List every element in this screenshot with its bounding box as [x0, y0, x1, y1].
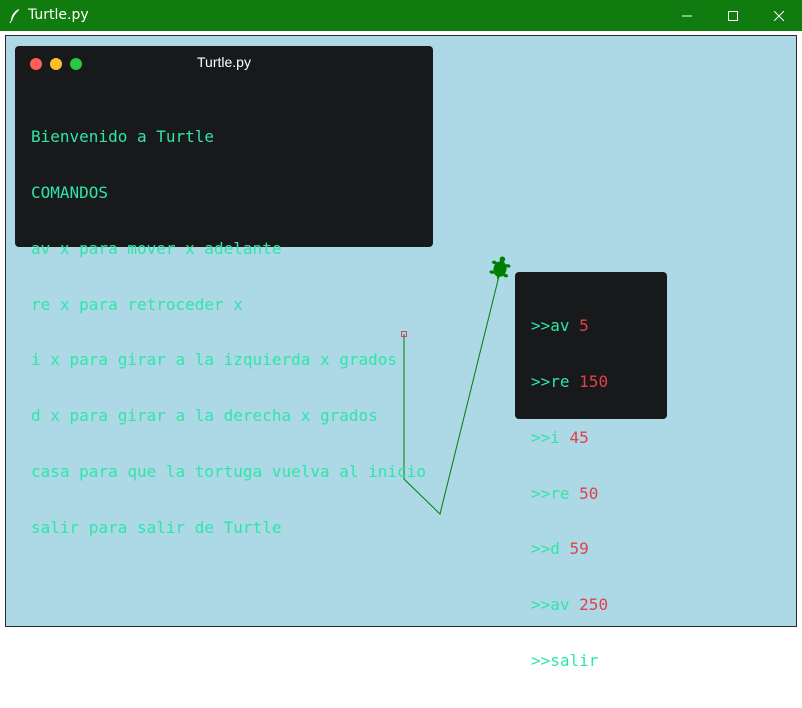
help-line: casa para que la tortuga vuelva al inici… — [31, 461, 426, 481]
turtle-icon — [489, 256, 511, 280]
history-command: >>re — [531, 483, 570, 503]
command-history-panel: >>av 5 >>re 150 >>i 45 >>re 50 >>d 59 >>… — [515, 272, 667, 670]
history-command: >>i — [531, 427, 560, 447]
help-line: i x para girar a la izquierda x grados — [31, 350, 398, 370]
history-argument: 250 — [579, 595, 609, 615]
help-line: d x para girar a la derecha x grados — [31, 406, 378, 426]
history-entry: >>av 250 — [531, 595, 609, 615]
history-entry: >>re 150 — [531, 371, 609, 392]
history-argument: 50 — [579, 483, 599, 503]
history-argument: 150 — [579, 371, 609, 391]
command-history: >>av 5 >>re 150 >>i 45 >>re 50 >>d 59 >>… — [531, 280, 608, 708]
history-command: >>av — [531, 595, 570, 615]
history-command: >>salir — [531, 650, 599, 670]
help-text: Bienvenido a Turtle COMANDOS av x para m… — [31, 91, 426, 574]
history-entry: >>i 45 — [531, 427, 608, 448]
history-entry: >>av 5 — [531, 316, 608, 336]
help-line: av x para mover x adelante — [31, 238, 282, 258]
help-line: salir para salir de Turtle — [31, 517, 282, 537]
history-command: >>av — [531, 316, 570, 336]
history-argument: 5 — [579, 316, 589, 336]
history-argument: 45 — [569, 427, 589, 447]
history-entry: >>d 59 — [531, 540, 608, 559]
history-entry: >>re 50 — [531, 483, 608, 504]
history-command: >>d — [531, 539, 560, 559]
history-command: >>re — [531, 371, 570, 391]
help-line: Bienvenido a Turtle — [31, 127, 215, 147]
help-panel-title: Turtle.py — [197, 54, 251, 70]
history-entry: >>salir — [531, 650, 608, 671]
help-line: COMANDOS — [31, 182, 109, 202]
help-line: re x para retroceder x — [31, 294, 243, 314]
help-panel: Turtle.py Bienvenido a Turtle COMANDOS a… — [15, 46, 433, 536]
history-argument: 59 — [569, 539, 589, 559]
